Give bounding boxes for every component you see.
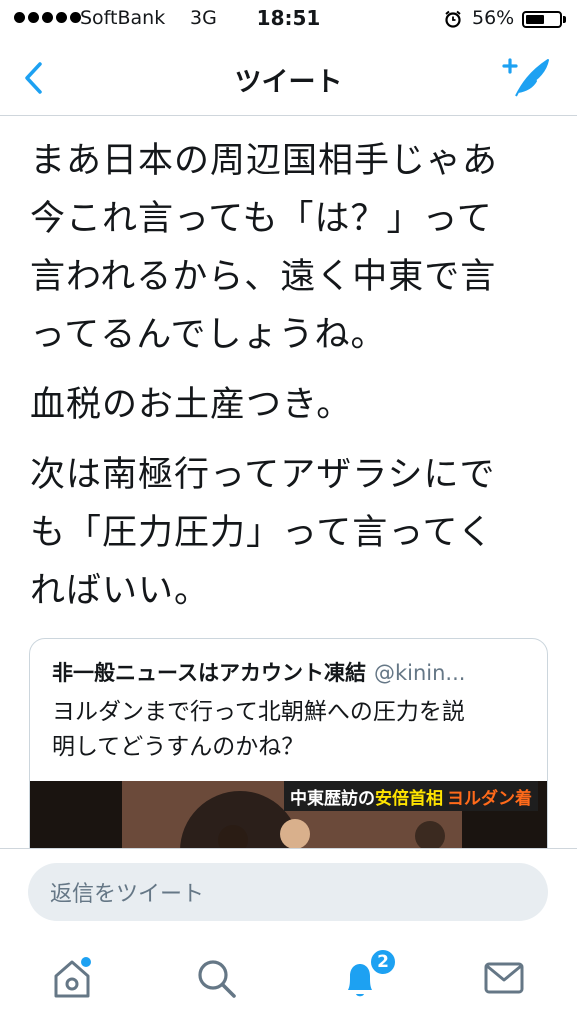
media-caption-banner: 中東歴訪の 安倍首相 ヨルダン着 bbox=[284, 781, 538, 811]
battery-percent: 56% bbox=[472, 7, 515, 29]
tweet-paragraph: まあ日本の周辺国相手じゃあ 今これ言っても「は？」って 言われるから、遠く中東で… bbox=[30, 141, 499, 355]
compose-tweet-icon[interactable] bbox=[500, 54, 552, 100]
tweet-paragraph: 血税のお土産つき。 bbox=[30, 385, 353, 425]
banner-text: 中東歴訪の bbox=[290, 788, 375, 809]
battery-level-fill bbox=[526, 15, 544, 24]
quoted-tweet-handle: @kinin... bbox=[373, 661, 466, 685]
tab-bar bbox=[0, 940, 577, 1024]
page-title: ツイート bbox=[234, 67, 343, 98]
banner-text: ヨルダン着 bbox=[447, 788, 532, 809]
reply-bar: 返信をツイート bbox=[0, 848, 577, 938]
search-icon[interactable] bbox=[192, 954, 240, 1002]
messages-icon[interactable] bbox=[480, 954, 528, 1002]
notification-count-badge: 2 bbox=[369, 948, 397, 976]
quoted-tweet-text: ヨルダンまで行って北朝鮮への圧力を説 明してどうすんのかね？ bbox=[52, 699, 465, 760]
status-bar: SoftBank 3G 18:51 56% bbox=[0, 0, 577, 40]
media-person bbox=[280, 819, 310, 849]
quoted-tweet-header: 非一般ニュースはアカウント凍結 @kinin... bbox=[52, 657, 532, 687]
tweet-body: まあ日本の周辺国相手じゃあ 今これ言っても「は？」って 言われるから、遠く中東で… bbox=[30, 132, 550, 632]
battery-tip bbox=[563, 16, 566, 23]
alarm-icon bbox=[445, 10, 461, 28]
reply-input[interactable]: 返信をツイート bbox=[28, 863, 548, 921]
battery-icon bbox=[522, 11, 562, 28]
quoted-tweet-author: 非一般ニュースはアカウント凍結 bbox=[52, 661, 366, 685]
banner-text: 安倍首相 bbox=[375, 788, 443, 809]
media-person bbox=[415, 821, 445, 851]
tweet-paragraph: 次は南極行ってアザラシにで も「圧力圧力」って言ってく ればいい。 bbox=[30, 455, 496, 611]
home-icon[interactable] bbox=[48, 954, 96, 1002]
nav-bar: ツイート bbox=[0, 40, 577, 116]
